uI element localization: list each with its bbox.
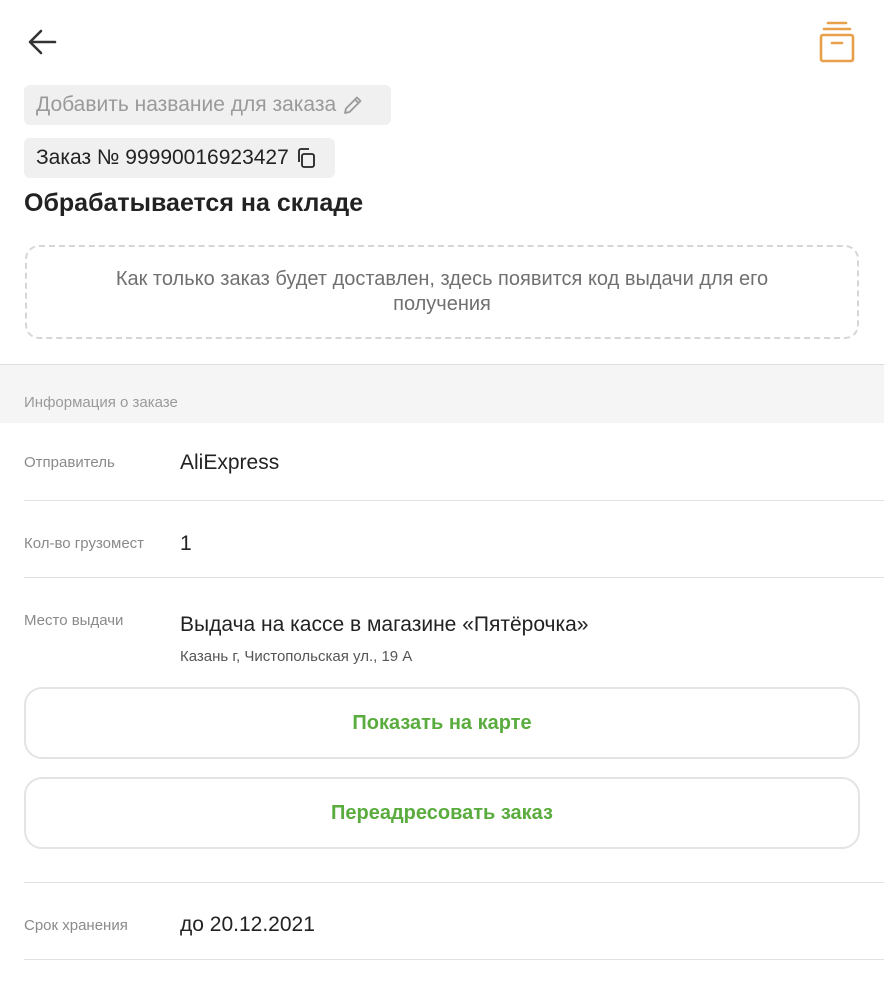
pickup-address: Казань г, Чистопольская ул., 19 А xyxy=(180,648,413,665)
sender-value: AliExpress xyxy=(180,451,280,474)
pencil-icon xyxy=(342,94,364,116)
pickup-value: Выдача на кассе в магазине «Пятёрочка» xyxy=(180,613,589,636)
show-on-map-button[interactable]: Показать на карте xyxy=(24,687,860,759)
redirect-order-button[interactable]: Переадресовать заказ xyxy=(24,777,860,849)
row-divider xyxy=(24,500,884,501)
archive-button[interactable] xyxy=(816,20,858,64)
redirect-order-label: Переадресовать заказ xyxy=(331,801,553,824)
row-divider xyxy=(24,959,884,960)
copy-icon[interactable] xyxy=(295,147,317,169)
parcels-value: 1 xyxy=(180,532,192,555)
sender-label: Отправитель xyxy=(24,454,115,471)
order-info-section-header: Информация о заказе xyxy=(0,365,884,423)
row-divider xyxy=(24,882,884,883)
show-on-map-label: Показать на карте xyxy=(352,711,532,734)
order-info-title: Информация о заказе xyxy=(24,394,178,411)
arrow-left-icon xyxy=(27,29,57,55)
order-number-chip: Заказ № 99990016923427 xyxy=(24,138,335,178)
storage-value: до 20.12.2021 xyxy=(180,913,315,936)
order-number: Заказ № 99990016923427 xyxy=(36,146,289,169)
parcels-label: Кол-во грузомест xyxy=(24,535,145,552)
pickup-label: Место выдачи xyxy=(24,612,124,629)
back-button[interactable] xyxy=(24,26,60,58)
add-order-name-button[interactable]: Добавить название для заказа xyxy=(24,85,391,125)
row-divider xyxy=(24,577,884,578)
order-status-title: Обрабатывается на складе xyxy=(24,189,364,217)
archive-box-icon xyxy=(819,21,855,63)
order-details-screen: Добавить название для заказа Заказ № 999… xyxy=(0,0,884,988)
pickup-code-placeholder: Как только заказ будет доставлен, здесь … xyxy=(25,245,859,339)
order-name-placeholder: Добавить название для заказа xyxy=(36,93,337,116)
storage-label: Срок хранения xyxy=(24,917,128,934)
pickup-code-notice: Как только заказ будет доставлен, здесь … xyxy=(115,268,769,315)
